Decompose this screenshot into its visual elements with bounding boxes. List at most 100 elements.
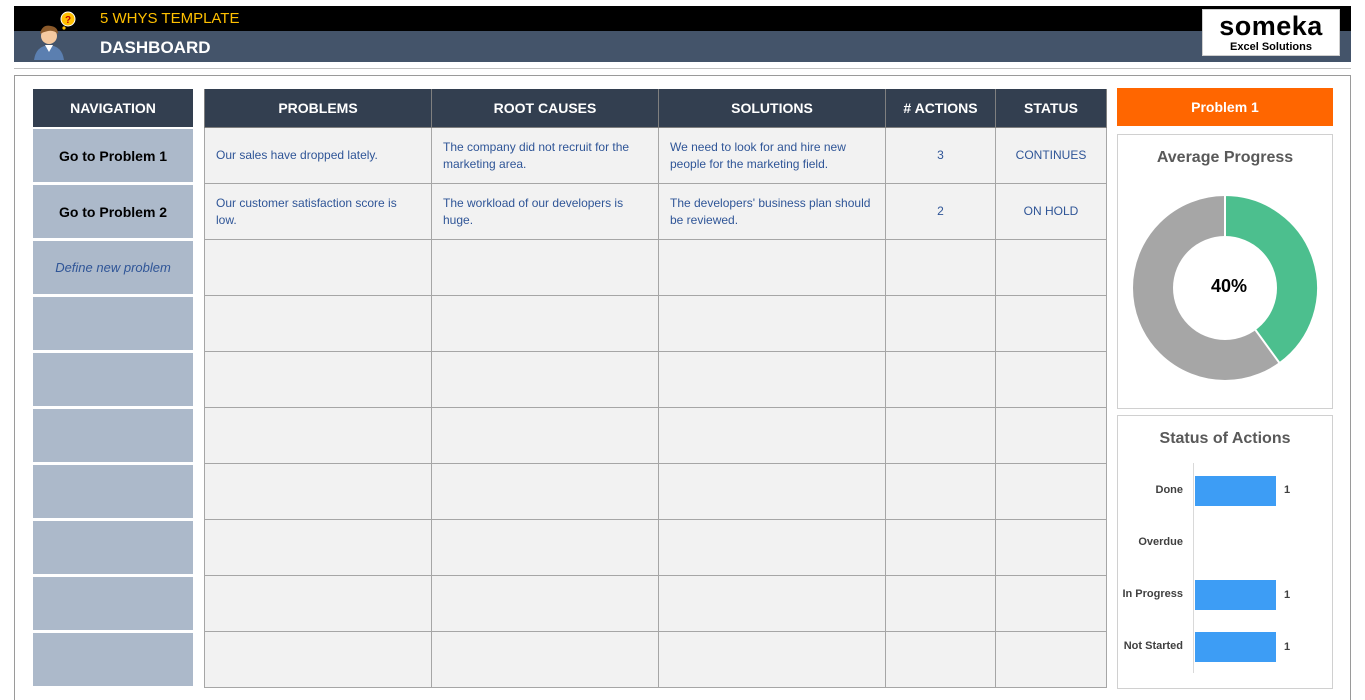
- nav-empty-slot[interactable]: [33, 521, 193, 574]
- table-row: [204, 239, 1107, 296]
- problem-cell[interactable]: [204, 407, 432, 464]
- page-title: DASHBOARD: [100, 38, 211, 57]
- problem-cell[interactable]: [204, 351, 432, 408]
- bar-in-progress: [1195, 580, 1276, 610]
- app-title: 5 WHYS TEMPLATE: [100, 10, 240, 27]
- header-divider: [14, 68, 1351, 69]
- solution-cell[interactable]: [658, 575, 886, 632]
- progress-percent-label: 40%: [1210, 276, 1248, 296]
- nav-empty-slot[interactable]: [33, 633, 193, 686]
- solution-cell[interactable]: We need to look for and hire new people …: [658, 127, 886, 184]
- bar-value-not-started: 1: [1284, 641, 1291, 653]
- actions-count-cell[interactable]: [885, 463, 996, 520]
- status-cell[interactable]: ON HOLD: [995, 183, 1107, 240]
- problem-cell[interactable]: [204, 239, 432, 296]
- solution-cell[interactable]: [658, 351, 886, 408]
- actions-count-cell[interactable]: [885, 239, 996, 296]
- column-header-root-causes: ROOT CAUSES: [431, 89, 659, 128]
- column-header-problems: PROBLEMS: [204, 89, 432, 128]
- table-row: [204, 463, 1107, 520]
- nav-go-to-problem-1-button[interactable]: Go to Problem 1: [33, 129, 193, 182]
- problem-cell[interactable]: [204, 575, 432, 632]
- root-cause-cell[interactable]: [431, 351, 659, 408]
- status-cell[interactable]: [995, 351, 1107, 408]
- nav-define-new-problem-button[interactable]: Define new problem: [33, 241, 193, 294]
- selected-problem-badge[interactable]: Problem 1: [1117, 88, 1333, 126]
- actions-count-cell[interactable]: 3: [885, 127, 996, 184]
- avatar-icon: ?: [34, 11, 76, 60]
- table-row: [204, 407, 1107, 464]
- actions-count-cell[interactable]: [885, 351, 996, 408]
- nav-empty-slot[interactable]: [33, 577, 193, 630]
- bar-label-in-progress: In Progress: [1122, 588, 1183, 600]
- actions-count-cell[interactable]: [885, 407, 996, 464]
- root-cause-cell[interactable]: The company did not recruit for the mark…: [431, 127, 659, 184]
- bar-label-overdue: Overdue: [1138, 536, 1183, 548]
- table-row: [204, 519, 1107, 576]
- status-cell[interactable]: CONTINUES: [995, 127, 1107, 184]
- nav-go-to-problem-2-button[interactable]: Go to Problem 2: [33, 185, 193, 238]
- table-header-row: PROBLEMS ROOT CAUSES SOLUTIONS # ACTIONS…: [204, 89, 1107, 128]
- status-of-actions-title: Status of Actions: [1159, 430, 1291, 447]
- root-cause-cell[interactable]: [431, 239, 659, 296]
- average-progress-title: Average Progress: [1156, 149, 1294, 166]
- root-cause-cell[interactable]: [431, 575, 659, 632]
- problem-cell[interactable]: [204, 295, 432, 352]
- solution-cell[interactable]: [658, 631, 886, 688]
- root-cause-cell[interactable]: [431, 631, 659, 688]
- status-cell[interactable]: [995, 519, 1107, 576]
- nav-empty-slot[interactable]: [33, 465, 193, 518]
- table-row: Our sales have dropped lately. The compa…: [204, 127, 1107, 184]
- problem-cell[interactable]: Our customer satisfaction score is low.: [204, 183, 432, 240]
- bar-value-done: 1: [1284, 484, 1291, 496]
- solution-cell[interactable]: [658, 239, 886, 296]
- actions-count-cell[interactable]: [885, 575, 996, 632]
- nav-empty-slot[interactable]: [33, 353, 193, 406]
- bar-label-done: Done: [1155, 484, 1184, 496]
- status-cell[interactable]: [995, 631, 1107, 688]
- column-header-status: STATUS: [995, 89, 1107, 128]
- solution-cell[interactable]: The developers' business plan should be …: [658, 183, 886, 240]
- table-row: [204, 575, 1107, 632]
- root-cause-cell[interactable]: [431, 295, 659, 352]
- table-row: [204, 295, 1107, 352]
- bar-done: [1195, 476, 1276, 506]
- solution-cell[interactable]: [658, 463, 886, 520]
- column-header-solutions: SOLUTIONS: [658, 89, 886, 128]
- actions-count-cell[interactable]: [885, 295, 996, 352]
- problems-table: PROBLEMS ROOT CAUSES SOLUTIONS # ACTIONS…: [204, 89, 1107, 688]
- root-cause-cell[interactable]: [431, 407, 659, 464]
- solution-cell[interactable]: [658, 519, 886, 576]
- actions-count-cell[interactable]: [885, 519, 996, 576]
- status-cell[interactable]: [995, 295, 1107, 352]
- svg-text:?: ?: [65, 15, 71, 26]
- logo-name: someka: [1219, 11, 1323, 41]
- bar-value-in-progress: 1: [1284, 589, 1291, 601]
- logo-subtitle: Excel Solutions: [1230, 41, 1312, 53]
- dashboard-bar: [14, 31, 1351, 62]
- status-cell[interactable]: [995, 463, 1107, 520]
- table-row: [204, 351, 1107, 408]
- root-cause-cell[interactable]: The workload of our developers is huge.: [431, 183, 659, 240]
- nav-empty-slot[interactable]: [33, 409, 193, 462]
- status-cell[interactable]: [995, 239, 1107, 296]
- status-cell[interactable]: [995, 575, 1107, 632]
- problem-cell[interactable]: [204, 519, 432, 576]
- problem-cell[interactable]: [204, 463, 432, 520]
- nav-empty-slot[interactable]: [33, 297, 193, 350]
- actions-count-cell[interactable]: [885, 631, 996, 688]
- table-row: [204, 631, 1107, 688]
- root-cause-cell[interactable]: [431, 519, 659, 576]
- solution-cell[interactable]: [658, 407, 886, 464]
- problem-cell[interactable]: [204, 631, 432, 688]
- solution-cell[interactable]: [658, 295, 886, 352]
- column-header-actions: # ACTIONS: [885, 89, 996, 128]
- problem-cell[interactable]: Our sales have dropped lately.: [204, 127, 432, 184]
- someka-logo[interactable]: someka Excel Solutions: [1202, 9, 1340, 56]
- root-cause-cell[interactable]: [431, 463, 659, 520]
- status-cell[interactable]: [995, 407, 1107, 464]
- actions-count-cell[interactable]: 2: [885, 183, 996, 240]
- bar-not-started: [1195, 632, 1276, 662]
- table-row: Our customer satisfaction score is low. …: [204, 183, 1107, 240]
- navigation-list: Go to Problem 1 Go to Problem 2 Define n…: [33, 129, 193, 689]
